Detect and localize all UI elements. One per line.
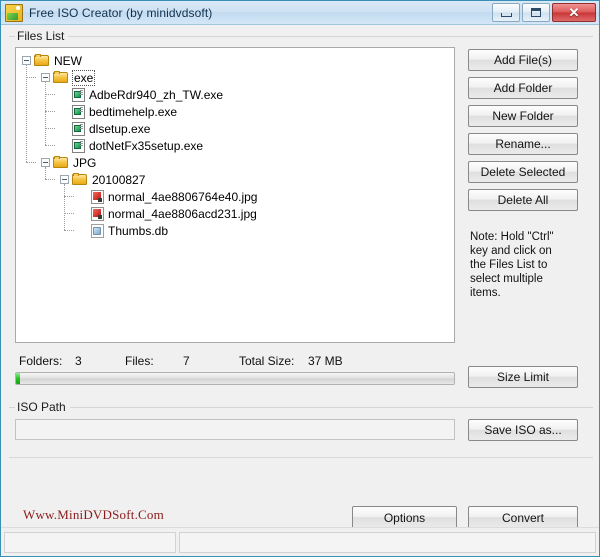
iso-path-group-label: ISO Path: [15, 400, 70, 414]
close-icon: ✕: [568, 5, 580, 20]
delete-all-button[interactable]: Delete All: [468, 189, 578, 211]
files-value: 7: [183, 354, 190, 368]
tree-item[interactable]: AdbeRdr940_zh_TW.exe: [16, 86, 454, 103]
maximize-button[interactable]: [522, 3, 550, 22]
add-files-button[interactable]: Add File(s): [468, 49, 578, 71]
tree-item[interactable]: 20100827: [16, 171, 454, 188]
tree-item[interactable]: dlsetup.exe: [16, 120, 454, 137]
exe-file-icon: [72, 104, 85, 119]
status-bar: [1, 527, 599, 556]
options-button[interactable]: Options: [352, 506, 457, 529]
status-panel-right: [179, 532, 596, 553]
tree-expander-placeholder: [79, 196, 88, 197]
rename-button[interactable]: Rename...: [468, 133, 578, 155]
tree-item-label: normal_4ae8806764e40.jpg: [108, 189, 258, 204]
files-list-group: Files List: [9, 29, 593, 45]
folders-label: Folders:: [19, 354, 63, 368]
files-tree[interactable]: NEW exe AdbeRdr940_zh_TW.exe bedtimehelp.ex…: [16, 48, 454, 239]
size-limit-button[interactable]: Size Limit: [468, 366, 578, 388]
files-label: Files:: [125, 354, 154, 368]
iso-creator-icon: [5, 3, 23, 22]
maximize-icon: [531, 8, 541, 17]
group-divider-files: [9, 36, 593, 37]
tree-item[interactable]: normal_4ae8806acd231.jpg: [16, 205, 454, 222]
tree-item[interactable]: exe: [16, 69, 454, 86]
delete-selected-button[interactable]: Delete Selected: [468, 161, 578, 183]
total-size-label: Total Size:: [239, 354, 295, 368]
tree-collapse-icon[interactable]: [41, 158, 50, 167]
tree-item[interactable]: bedtimehelp.exe: [16, 103, 454, 120]
tree-item-label: exe: [71, 69, 96, 86]
files-tree-listbox[interactable]: NEW exe AdbeRdr940_zh_TW.exe bedtimehelp.ex…: [15, 47, 455, 343]
minimize-button[interactable]: [492, 3, 520, 22]
tree-item-label: JPG: [73, 155, 97, 170]
tree-item[interactable]: Thumbs.db: [16, 222, 454, 239]
tree-item-label: dotNetFx35setup.exe: [89, 138, 204, 153]
tree-item-label: AdbeRdr940_zh_TW.exe: [89, 87, 224, 102]
exe-file-icon: [72, 138, 85, 153]
tree-collapse-icon[interactable]: [60, 175, 69, 184]
tree-expander-placeholder: [79, 230, 88, 231]
folders-value: 3: [75, 354, 82, 368]
bottom-separator: [9, 457, 593, 458]
tree-item-label: normal_4ae8806acd231.jpg: [108, 206, 257, 221]
tree-item[interactable]: JPG: [16, 154, 454, 171]
jpg-file-icon: [91, 206, 104, 221]
group-divider-iso: [9, 407, 593, 408]
tree-item[interactable]: dotNetFx35setup.exe: [16, 137, 454, 154]
convert-button[interactable]: Convert: [468, 506, 578, 529]
status-panel-left: [4, 532, 176, 553]
brand-website-text: Www.MiniDVDSoft.Com: [23, 507, 164, 522]
tree-expander-placeholder: [79, 213, 88, 214]
size-progress-fill: [16, 373, 21, 384]
total-size-value: 37 MB: [308, 354, 343, 368]
size-progress-bar: [15, 372, 455, 385]
tree-item-label: Thumbs.db: [108, 223, 169, 238]
window-controls: ✕: [492, 3, 596, 22]
title-bar: Free ISO Creator (by minidvdsoft) ✕: [1, 1, 599, 25]
tree-expander-placeholder: [60, 128, 69, 129]
new-folder-button[interactable]: New Folder: [468, 105, 578, 127]
folder-icon: [34, 53, 50, 68]
tree-item-label: dlsetup.exe: [89, 121, 151, 136]
client-area: Files List NEW exe AdbeRdr940_zh_TW.exebed…: [1, 25, 599, 556]
minimize-icon: [500, 13, 512, 17]
tree-item-label: NEW: [54, 53, 82, 68]
iso-path-group: ISO Path: [9, 400, 593, 416]
folder-icon: [72, 172, 88, 187]
tree-item[interactable]: NEW: [16, 52, 454, 69]
close-button[interactable]: ✕: [552, 3, 596, 22]
tree-collapse-icon[interactable]: [22, 56, 31, 65]
db-file-icon: [91, 223, 104, 238]
tree-item[interactable]: normal_4ae8806764e40.jpg: [16, 188, 454, 205]
exe-file-icon: [72, 87, 85, 102]
window-title: Free ISO Creator (by minidvdsoft): [29, 5, 213, 20]
exe-file-icon: [72, 121, 85, 136]
tree-expander-placeholder: [60, 94, 69, 95]
folder-icon: [53, 70, 69, 85]
add-folder-button[interactable]: Add Folder: [468, 77, 578, 99]
ctrl-multiselect-note: Note: Hold "Ctrl" key and click on the F…: [470, 231, 554, 299]
tree-collapse-icon[interactable]: [41, 73, 50, 82]
tree-item-label: bedtimehelp.exe: [89, 104, 178, 119]
save-iso-as-button[interactable]: Save ISO as...: [468, 419, 578, 441]
tree-item-label: 20100827: [92, 172, 146, 187]
tree-expander-placeholder: [60, 111, 69, 112]
application-window: Free ISO Creator (by minidvdsoft) ✕ File…: [0, 0, 600, 557]
iso-path-input[interactable]: [15, 419, 455, 440]
jpg-file-icon: [91, 189, 104, 204]
tree-expander-placeholder: [60, 145, 69, 146]
files-list-group-label: Files List: [15, 29, 69, 43]
folder-icon: [53, 155, 69, 170]
